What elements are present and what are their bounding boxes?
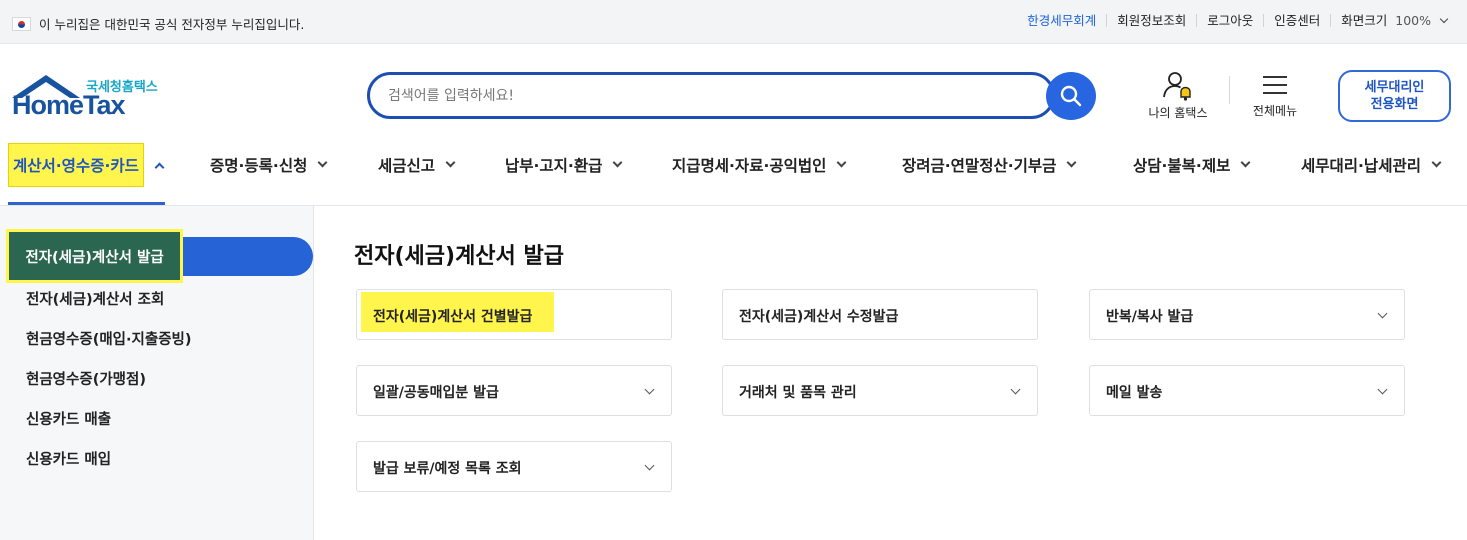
chevron-down-icon xyxy=(1066,157,1077,167)
card-label: 전자(세금)계산서 수정발급 xyxy=(739,309,899,325)
gnb-item-payment-refund[interactable]: 납부·고지·환급 xyxy=(505,140,623,190)
search-button[interactable] xyxy=(1046,72,1096,120)
card-label: 발급 보류/예정 목록 조회 xyxy=(373,461,522,477)
chevron-down-icon xyxy=(1377,308,1388,319)
gnb-item-certificate-registration[interactable]: 증명·등록·신청 xyxy=(210,140,328,190)
gnb-item-tax-return[interactable]: 세금신고 xyxy=(378,140,456,190)
util-link-company[interactable]: 한경세무회계 xyxy=(1017,14,1106,27)
chevron-down-icon xyxy=(317,157,328,167)
my-hometax-button[interactable]: 나의 홈택스 xyxy=(1138,70,1218,124)
agent-label-line2: 전용화면 xyxy=(1370,97,1419,112)
sidebar-item-credit-card-sales[interactable]: 신용카드 매출 xyxy=(26,408,111,429)
sidebar-item-cash-receipt-purchase[interactable]: 현금영수증(매입·지출증빙) xyxy=(26,328,192,349)
card-label: 반복/복사 발급 xyxy=(1106,309,1194,325)
sidebar-item-label: 전자(세금)계산서 발급 xyxy=(9,232,180,280)
gnb-label: 지급명세·자료·공익법인 xyxy=(672,157,827,175)
sidebar-item-einvoice-issue[interactable]: 전자(세금)계산서 발급 xyxy=(6,229,183,283)
card-label: 거래처 및 품목 관리 xyxy=(739,385,857,401)
util-link-member-info[interactable]: 회원정보조회 xyxy=(1106,14,1196,27)
gnb-label: 상담·불복·제보 xyxy=(1133,157,1231,175)
tax-agent-screen-button[interactable]: 세무대리인 전용화면 xyxy=(1338,70,1451,122)
search-box xyxy=(367,72,1055,119)
search-icon xyxy=(1060,85,1082,107)
chevron-down-icon xyxy=(612,157,623,167)
all-menu-button[interactable]: 전체메뉴 xyxy=(1244,70,1306,124)
card-partner-item-management[interactable]: 거래처 및 품목 관리 xyxy=(722,365,1038,416)
main-navigation: 계산서·영수증·카드 증명·등록·신청 세금신고 납부·고지·환급 지급명세·자… xyxy=(0,140,1467,206)
chevron-down-icon xyxy=(1377,384,1388,395)
gnb-active-indicator xyxy=(8,202,165,205)
sidebar: 전자(세금)계산서 발급 전자(세금)계산서 조회 현금영수증(매입·지출증빙)… xyxy=(0,206,314,540)
gnb-item-tax-agent[interactable]: 세무대리·납세관리 xyxy=(1301,140,1442,190)
gnb-label: 증명·등록·신청 xyxy=(210,157,308,175)
user-bell-icon xyxy=(1163,72,1191,101)
sidebar-item-cash-receipt-merchant[interactable]: 현금영수증(가맹점) xyxy=(26,368,146,389)
gov-notice: 이 누리집은 대한민국 공식 전자정부 누리집입니다. xyxy=(12,14,304,33)
chevron-down-icon xyxy=(644,460,655,471)
utility-links: 한경세무회계 회원정보조회 로그아웃 인증센터 화면크기 100% xyxy=(1017,13,1449,28)
chevron-down-icon xyxy=(1439,14,1449,24)
card-label: 메일 발송 xyxy=(1106,385,1163,401)
gov-banner: 이 누리집은 대한민국 공식 전자정부 누리집입니다. 한경세무회계 회원정보조… xyxy=(0,0,1467,44)
gov-notice-text: 이 누리집은 대한민국 공식 전자정부 누리집입니다. xyxy=(39,17,305,32)
gnb-label: 납부·고지·환급 xyxy=(505,157,603,175)
card-individual-issue[interactable]: 전자(세금)계산서 건별발급 xyxy=(356,289,672,340)
util-link-logout[interactable]: 로그아웃 xyxy=(1196,14,1263,27)
card-amended-issue[interactable]: 전자(세금)계산서 수정발급 xyxy=(722,289,1038,340)
hometax-logo[interactable]: 국세청홈택스 HomeTax xyxy=(10,72,165,122)
card-highlight: 전자(세금)계산서 건별발급 xyxy=(361,292,554,332)
chevron-down-icon xyxy=(445,157,456,167)
korea-flag-icon xyxy=(12,16,31,31)
card-bulk-joint-issue[interactable]: 일괄/공동매입분 발급 xyxy=(356,365,672,416)
card-pending-list-inquiry[interactable]: 발급 보류/예정 목록 조회 xyxy=(356,441,672,492)
card-label: 일괄/공동매입분 발급 xyxy=(373,385,499,401)
page-title: 전자(세금)계산서 발급 xyxy=(354,244,564,269)
all-menu-label: 전체메뉴 xyxy=(1252,104,1298,118)
card-mail-send[interactable]: 메일 발송 xyxy=(1089,365,1405,416)
screen-size-label: 화면크기 xyxy=(1341,13,1388,28)
util-link-cert-center[interactable]: 인증센터 xyxy=(1263,14,1330,27)
chevron-up-icon xyxy=(154,162,165,172)
zoom-level: 100% xyxy=(1395,13,1432,28)
my-hometax-label: 나의 홈택스 xyxy=(1148,106,1208,120)
sidebar-item-einvoice-inquiry[interactable]: 전자(세금)계산서 조회 xyxy=(26,288,164,309)
chevron-down-icon xyxy=(836,157,847,167)
gnb-label: 세금신고 xyxy=(378,157,436,175)
hamburger-icon xyxy=(1263,74,1287,96)
chevron-down-icon xyxy=(1010,384,1021,395)
header-divider xyxy=(1229,76,1230,104)
card-label: 전자(세금)계산서 건별발급 xyxy=(373,309,533,325)
chevron-down-icon xyxy=(1240,157,1251,167)
screen-size-control[interactable]: 화면크기 100% xyxy=(1330,13,1449,28)
gnb-label: 세무대리·납세관리 xyxy=(1301,157,1421,175)
chevron-down-icon xyxy=(644,384,655,395)
gnb-item-invoice-receipt-card[interactable]: 계산서·영수증·카드 xyxy=(8,140,165,190)
gnb-item-consult-appeal[interactable]: 상담·불복·제보 xyxy=(1133,140,1251,190)
gnb-label: 계산서·영수증·카드 xyxy=(8,143,144,187)
logo-wordmark: HomeTax xyxy=(12,90,126,120)
agent-label-line1: 세무대리인 xyxy=(1364,80,1425,95)
gnb-item-payment-statement[interactable]: 지급명세·자료·공익법인 xyxy=(672,140,847,190)
search-input[interactable] xyxy=(388,85,1008,107)
sidebar-item-credit-card-purchase[interactable]: 신용카드 매입 xyxy=(26,448,111,469)
card-repeat-copy-issue[interactable]: 반복/복사 발급 xyxy=(1089,289,1405,340)
chevron-down-icon xyxy=(1431,157,1442,167)
gnb-label: 장려금·연말정산·기부금 xyxy=(902,157,1057,175)
gnb-item-incentive-yearend[interactable]: 장려금·연말정산·기부금 xyxy=(902,140,1077,190)
